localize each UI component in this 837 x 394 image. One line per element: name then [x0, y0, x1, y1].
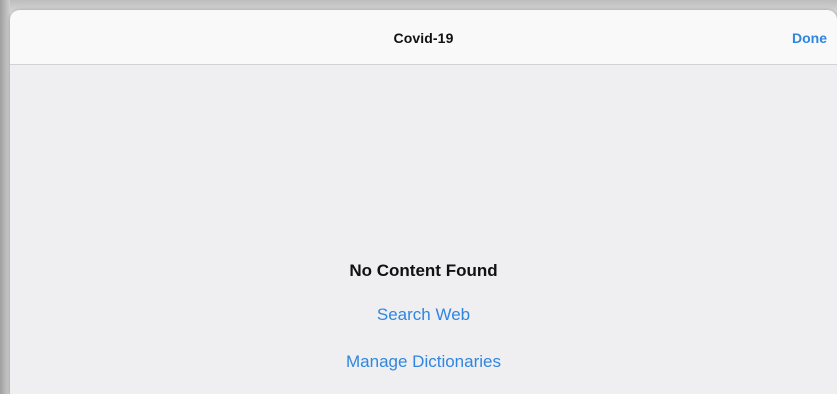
search-web-row: Search Web — [10, 305, 837, 325]
done-button[interactable]: Done — [790, 10, 829, 64]
manage-dictionaries-link[interactable]: Manage Dictionaries — [346, 352, 501, 371]
search-web-link[interactable]: Search Web — [377, 305, 470, 324]
no-content-message: No Content Found — [349, 261, 498, 280]
navigation-bar: Covid-19 Done — [10, 10, 837, 65]
manage-dictionaries-row: Manage Dictionaries — [10, 352, 837, 372]
sheet-title: Covid-19 — [393, 30, 454, 46]
background-left-edge — [0, 0, 10, 394]
lookup-sheet: Covid-19 Done No Content Found Search We… — [10, 10, 837, 394]
lookup-content: No Content Found Search Web Manage Dicti… — [10, 65, 837, 394]
